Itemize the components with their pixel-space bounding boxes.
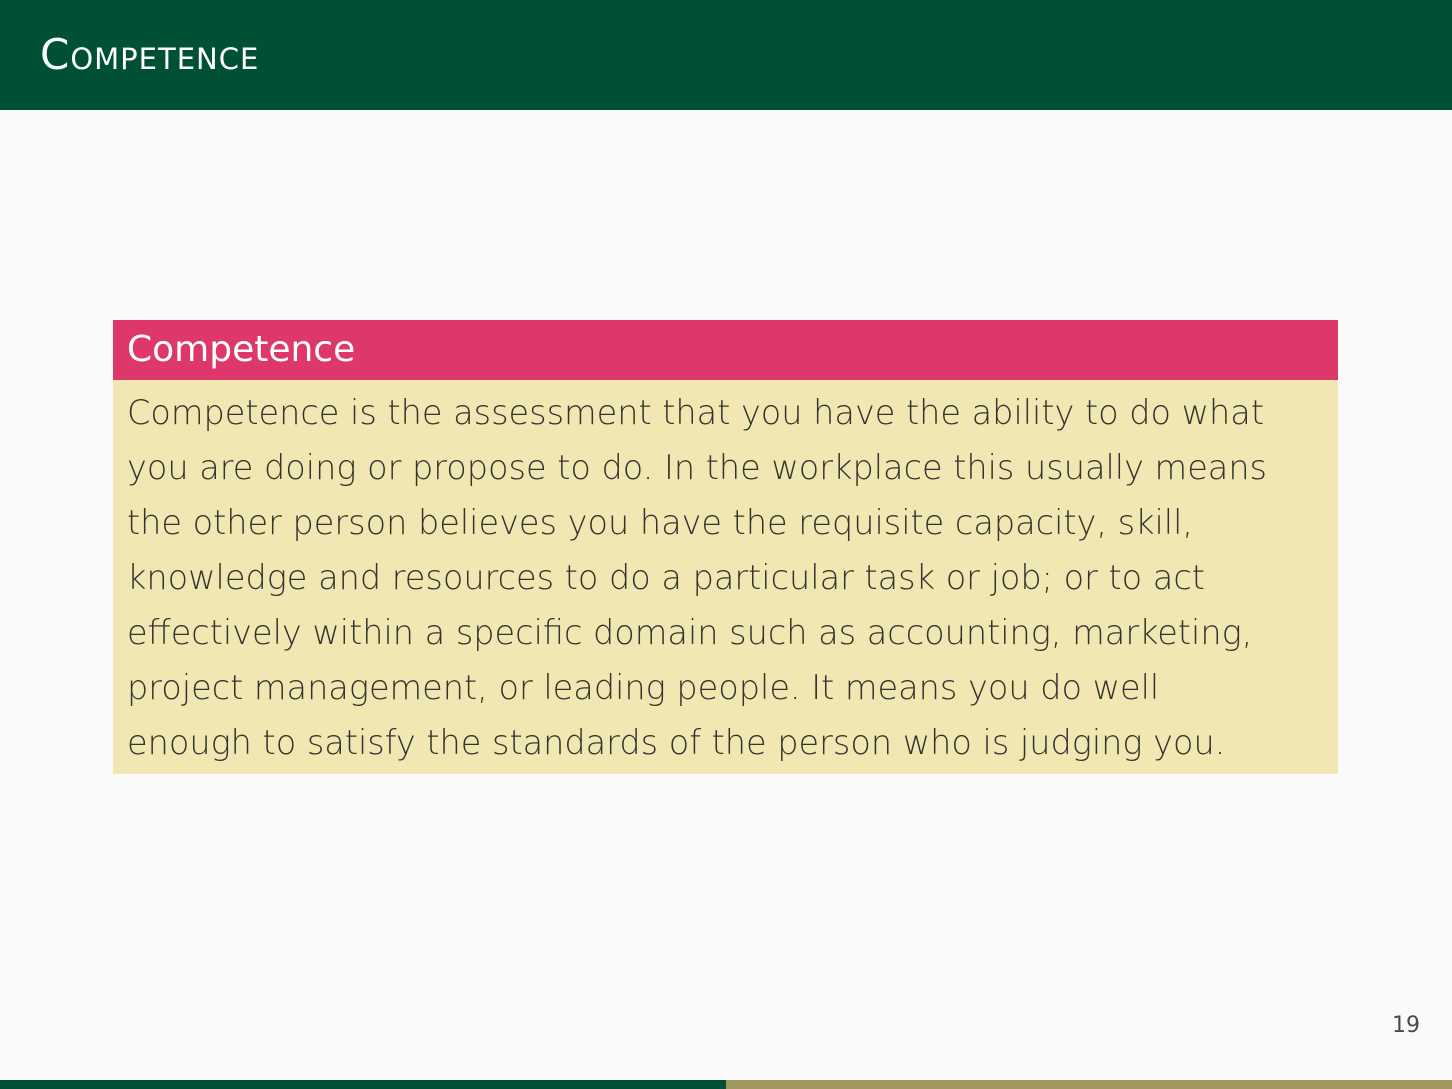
definition-line: knowledge and resources to do a particul… bbox=[127, 558, 1205, 597]
definition-line: the other person believes you have the r… bbox=[127, 503, 1194, 542]
definition-line: effectively within a specific domain suc… bbox=[127, 613, 1253, 652]
progress-bar bbox=[0, 1080, 1452, 1089]
definition-block-title: Competence bbox=[113, 320, 1338, 380]
definition-block: Competence Competence is the assessment … bbox=[113, 320, 1338, 774]
progress-bar-fill bbox=[0, 1080, 726, 1089]
slide-header: Competence bbox=[0, 0, 1452, 110]
definition-line: enough to satisfy the standards of the p… bbox=[127, 723, 1226, 762]
definition-line: you are doing or propose to do. In the w… bbox=[127, 448, 1268, 487]
page-number: 19 bbox=[1392, 1013, 1420, 1038]
definition-line: project management, or leading people. I… bbox=[127, 668, 1160, 707]
slide-title: Competence bbox=[40, 30, 260, 79]
definition-block-body: Competence is the assessment that you ha… bbox=[113, 380, 1338, 770]
definition-line: Competence is the assessment that you ha… bbox=[127, 393, 1264, 432]
slide: Competence Competence Competence is the … bbox=[0, 0, 1452, 1089]
